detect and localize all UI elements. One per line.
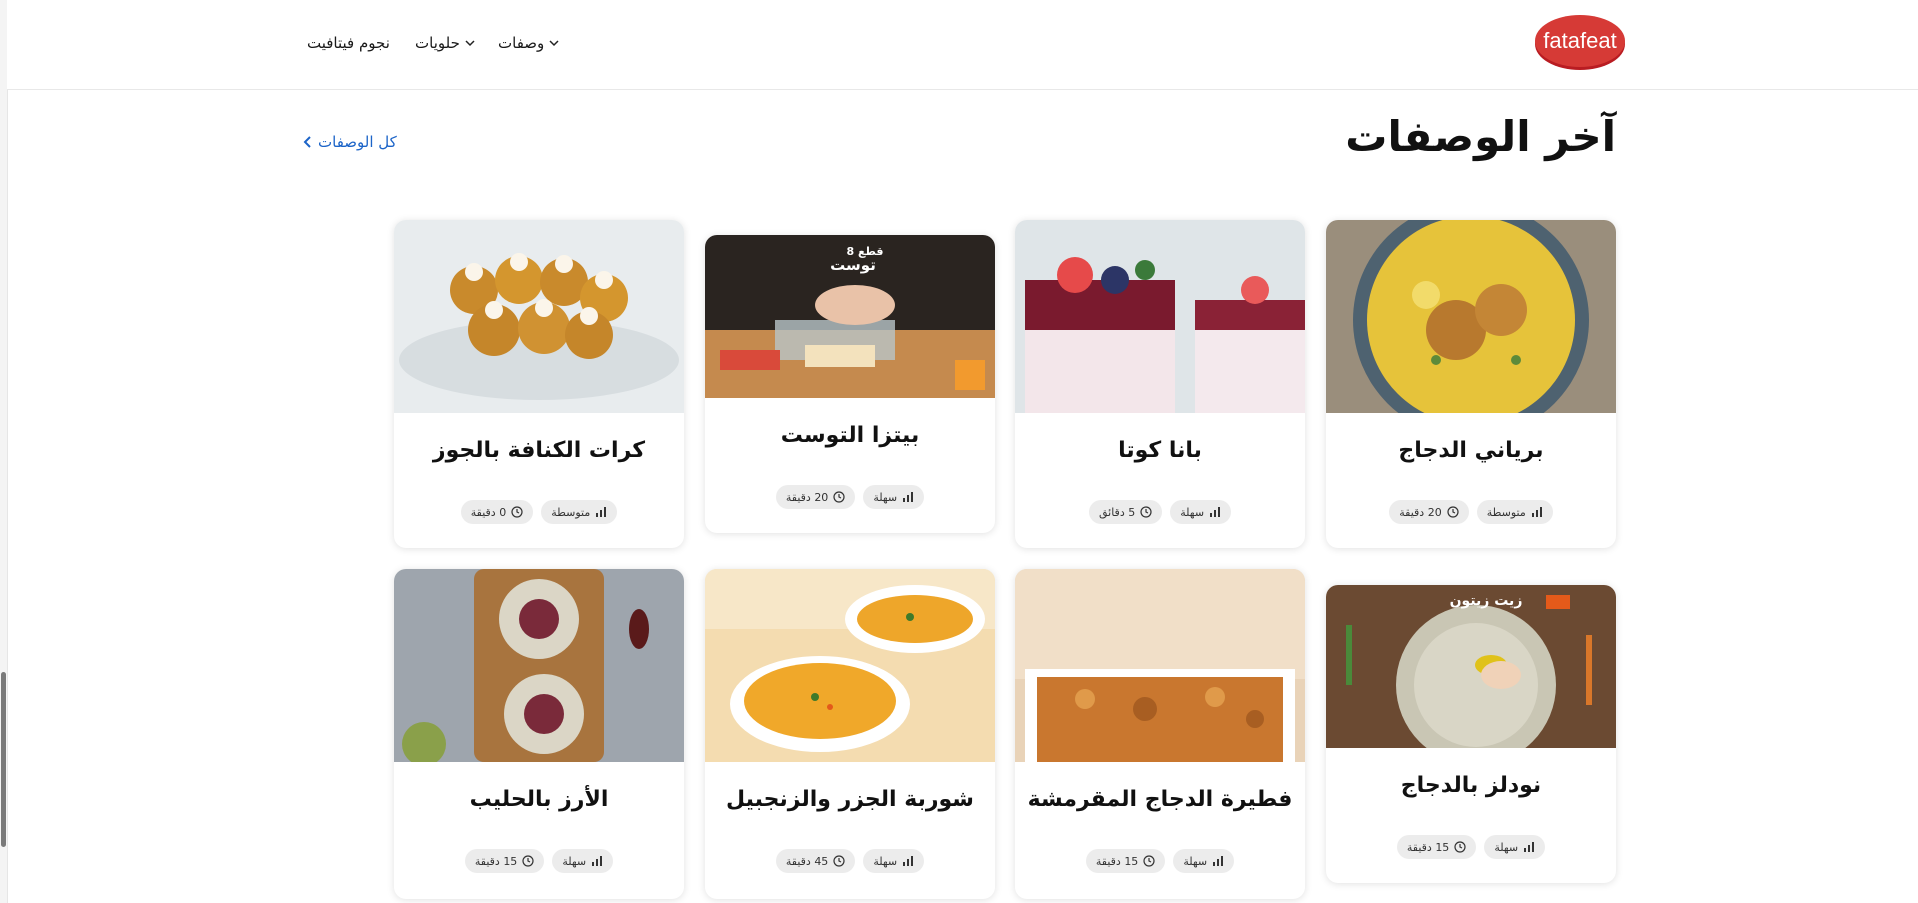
bar-chart-icon: [1210, 507, 1221, 517]
bar-chart-icon: [1524, 842, 1535, 852]
recipe-image: [1326, 220, 1616, 413]
recipe-title: كرات الكنافة بالجوز: [432, 438, 646, 463]
time-badge: 20 دقيقة: [1389, 500, 1469, 524]
clock-icon: [1143, 855, 1155, 867]
time-label: 20 دقيقة: [785, 490, 829, 504]
time-badge: 0 دقيقة: [460, 500, 534, 524]
difficulty-label: سهلة: [562, 854, 587, 868]
difficulty-badge: سهلة: [1484, 835, 1546, 859]
clock-icon: [1454, 841, 1466, 853]
nav-stars-label: نجوم فيتافيت: [307, 34, 390, 52]
bar-chart-icon: [903, 856, 914, 866]
clock-icon: [522, 855, 534, 867]
time-label: 15 دقيقة: [1406, 840, 1450, 854]
time-label: 0 دقيقة: [470, 505, 507, 519]
clock-icon: [511, 506, 523, 518]
difficulty-badge: متوسطة: [1476, 500, 1553, 524]
recipe-image: [1015, 569, 1305, 762]
all-recipes-label: كل الوصفات: [318, 133, 397, 151]
recipe-title: بانا كوتا: [1118, 438, 1202, 463]
recipe-card[interactable]: بانا كوتا سهلة 5 دقائق: [1015, 220, 1305, 548]
chevron-down-icon: [549, 40, 559, 47]
time-badge: 15 دقيقة: [1396, 835, 1477, 859]
recipe-image: زيت زيتون: [1326, 585, 1616, 748]
recipe-card[interactable]: 8 قطع توست بيتزا التوست سهلة 20 دقيقة: [705, 235, 995, 533]
time-badge: 15 دقيقة: [1085, 849, 1166, 873]
bar-chart-icon: [596, 507, 607, 517]
site-header: fatafeat وصفات حلويات نجوم فيتافيت: [7, 0, 1918, 90]
logo-text: fatafeat: [1543, 28, 1616, 53]
nav-recipes[interactable]: وصفات: [498, 30, 560, 56]
recipe-image: [394, 220, 684, 413]
difficulty-badge: سهلة: [863, 849, 925, 873]
difficulty-badge: سهلة: [552, 849, 614, 873]
difficulty-label: سهلة: [1494, 840, 1519, 854]
nav-recipes-label: وصفات: [498, 34, 545, 52]
difficulty-badge: سهلة: [1173, 849, 1235, 873]
difficulty-label: سهلة: [1183, 854, 1208, 868]
time-label: 5 دقائق: [1098, 505, 1136, 519]
section-title: آخر الوصفات: [1345, 112, 1616, 161]
recipe-card[interactable]: برياني الدجاج متوسطة 20 دقيقة: [1326, 220, 1616, 548]
clock-icon: [1447, 506, 1459, 518]
time-label: 20 دقيقة: [1399, 505, 1442, 519]
nav-fatafeat-stars[interactable]: نجوم فيتافيت: [307, 30, 390, 56]
nav-sweets-label: حلويات: [415, 34, 460, 52]
time-label: 15 دقيقة: [474, 854, 518, 868]
overlay-caption: زيت زيتون: [1450, 593, 1523, 609]
recipe-title: برياني الدجاج: [1398, 438, 1544, 463]
recipe-image: [394, 569, 684, 762]
recipe-title: فطيرة الدجاج المقرمشة: [1027, 787, 1293, 812]
bar-chart-icon: [1213, 856, 1224, 866]
difficulty-label: سهلة: [873, 490, 898, 504]
clock-icon: [833, 491, 845, 503]
recipe-image: [705, 569, 995, 762]
recipe-image: 8 قطع توست: [705, 235, 995, 398]
difficulty-label: سهلة: [1180, 505, 1205, 519]
recipe-title: بيتزا التوست: [780, 423, 920, 448]
recipe-image: [1015, 220, 1305, 413]
difficulty-label: متوسطة: [1486, 505, 1526, 519]
recipe-title: نودلز بالدجاج: [1400, 773, 1542, 798]
recipe-card[interactable]: فطيرة الدجاج المقرمشة سهلة 15 دقيقة: [1015, 569, 1305, 899]
clock-icon: [1140, 506, 1152, 518]
recipe-card[interactable]: شوربة الجزر والزنجبيل سهلة 45 دقيقة: [705, 569, 995, 899]
difficulty-badge: سهلة: [863, 485, 925, 509]
time-label: 15 دقيقة: [1095, 854, 1139, 868]
time-badge: 15 دقيقة: [464, 849, 545, 873]
clock-icon: [833, 855, 845, 867]
recipe-card[interactable]: الأرز بالحليب سهلة 15 دقيقة: [394, 569, 684, 899]
bar-chart-icon: [592, 856, 603, 866]
difficulty-badge: سهلة: [1170, 500, 1232, 524]
overlay-caption: توست: [830, 256, 876, 274]
recipe-card[interactable]: كرات الكنافة بالجوز متوسطة 0 دقيقة: [394, 220, 684, 548]
difficulty-label: سهلة: [873, 854, 898, 868]
chevron-down-icon: [465, 40, 475, 47]
recipe-card[interactable]: زيت زيتون نودلز بالدجاج سهلة 15 دقيقة: [1326, 585, 1616, 883]
nav-sweets[interactable]: حلويات: [415, 30, 476, 56]
scrollbar-thumb[interactable]: [1, 672, 6, 847]
recipe-title: شوربة الجزر والزنجبيل: [726, 787, 974, 812]
chevron-left-icon: [303, 136, 311, 148]
time-badge: 5 دقائق: [1088, 500, 1163, 524]
difficulty-label: متوسطة: [551, 505, 591, 519]
bar-chart-icon: [903, 492, 914, 502]
time-badge: 20 دقيقة: [775, 485, 856, 509]
difficulty-badge: متوسطة: [541, 500, 618, 524]
all-recipes-link[interactable]: كل الوصفات: [302, 133, 397, 151]
bar-chart-icon: [1531, 507, 1542, 517]
fatafeat-logo[interactable]: fatafeat: [1534, 14, 1626, 70]
page-scrollbar[interactable]: [0, 0, 8, 903]
time-label: 45 دقيقة: [785, 854, 829, 868]
time-badge: 45 دقيقة: [775, 849, 856, 873]
recipe-title: الأرز بالحليب: [469, 787, 609, 812]
